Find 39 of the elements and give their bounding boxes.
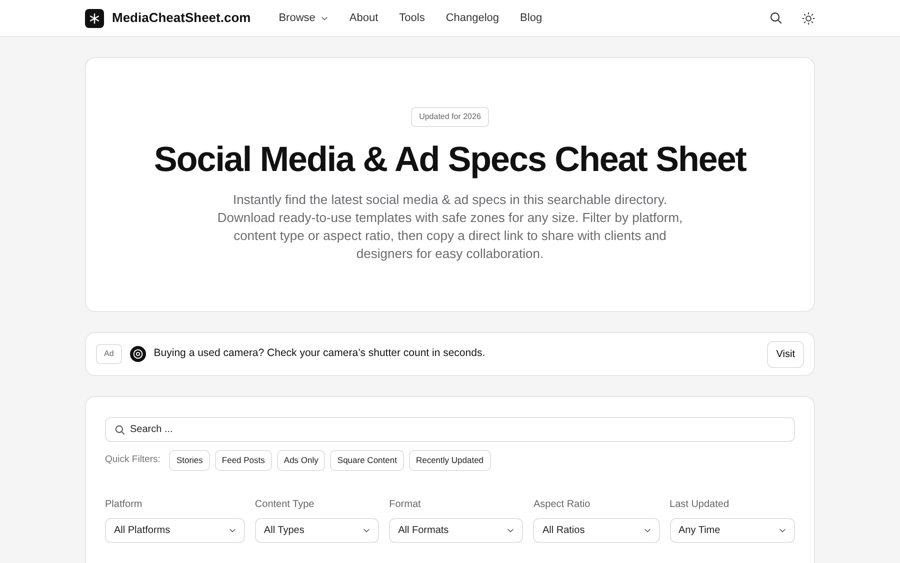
nav-link[interactable]: Tools [399,10,425,26]
dropdown-select[interactable]: All Ratios [533,518,660,543]
hero-description: Instantly find the latest social media & ad specs in this searchable directory. Download ready-to-use templates with safe zones for any size. Filter by platform, content type or aspect ratio, then copy a direct link to share with clients and designers for easy collaboration. [216,190,684,262]
search-icon[interactable] [770,12,782,24]
nav-link[interactable]: Blog [520,10,542,26]
filter-chip[interactable]: Square Content [330,450,404,471]
filter-label: Aspect Ratio [533,498,592,512]
chevron-icon [228,528,236,533]
nav-link[interactable]: Changelog [446,10,500,26]
filter-label: Content Type [254,498,316,512]
dropdown-select[interactable]: All Formats [389,518,524,543]
filter-chip[interactable]: Feed Posts [214,450,272,471]
search-field[interactable]: Search ... [105,417,795,442]
search-icon [115,425,125,435]
visit-button[interactable]: Visit [767,340,804,368]
sun-icon[interactable] [802,12,815,24]
ad-text: Buying a used camera? Check your camera’s shutter count in seconds. [154,346,486,362]
filter-label: Last Updated [670,498,730,512]
dropdown-select[interactable]: All Platforms [105,518,245,543]
site-name[interactable]: MediaCheatSheet.com [112,8,251,28]
ad-label: Ad [96,344,122,364]
nav-link[interactable]: About [349,10,378,26]
quick-filters-label: Quick Filters: [105,453,160,468]
chevron-icon [363,528,370,533]
dropdown-select[interactable]: All Types [254,518,380,543]
aperture-icon [130,346,146,362]
filter-chip[interactable]: Stories [169,450,210,471]
page-title: Social Media & Ad Specs Cheat Sheet [154,138,746,180]
filter-label: Platform [105,498,144,512]
chevron-icon [779,528,786,533]
updated-badge: Updated for 2026 [411,106,489,126]
browse-menu[interactable]: Browse [278,10,328,26]
filter-chip[interactable]: Recently Updated [408,450,491,471]
logo-icon[interactable] [85,8,104,28]
dropdown-select[interactable]: Any Time [670,518,795,543]
chevron-icon [644,528,651,533]
chevron-icon [507,528,514,533]
filter-chip[interactable]: Ads Only [276,450,326,471]
filter-label: Format [389,498,422,512]
